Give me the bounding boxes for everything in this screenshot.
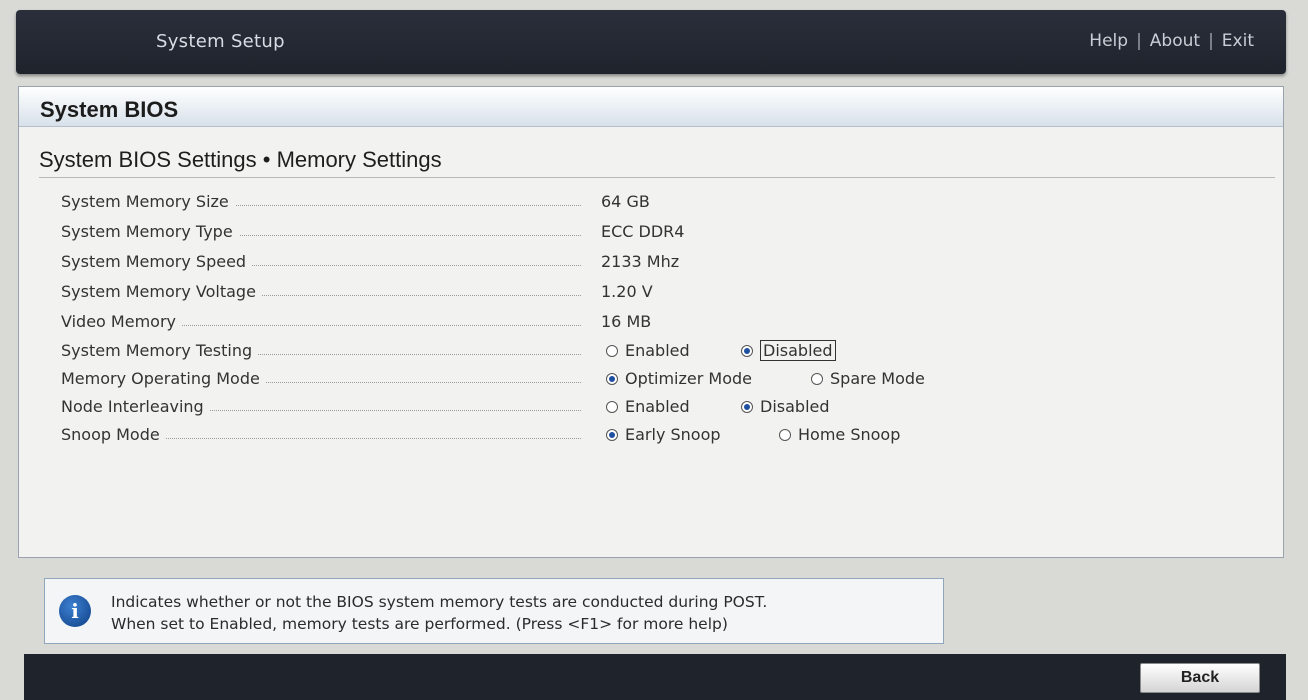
setting-label: System Memory Testing — [61, 341, 259, 360]
setting-row-operating-mode: Memory Operating Mode Optimizer Mode Spa… — [61, 369, 1261, 393]
help-box: i Indicates whether or not the BIOS syst… — [44, 578, 944, 644]
radio-label: Enabled — [625, 341, 690, 360]
setting-row-memory-voltage: System Memory Voltage 1.20 V — [61, 282, 1261, 306]
top-bar: System Setup Help | About | Exit — [16, 10, 1286, 74]
help-text: Indicates whether or not the BIOS system… — [111, 591, 767, 635]
radio-label: Spare Mode — [830, 369, 925, 388]
setting-label: System Memory Size — [61, 192, 235, 211]
setting-label: Video Memory — [61, 312, 182, 331]
radio-button-selected[interactable] — [741, 401, 753, 413]
about-link[interactable]: About — [1150, 31, 1200, 51]
breadcrumb: System BIOS Settings • Memory Settings — [39, 147, 442, 172]
radio-button-selected[interactable] — [741, 345, 753, 357]
help-line-1: Indicates whether or not the BIOS system… — [111, 593, 768, 611]
separator: | — [1208, 31, 1214, 51]
setting-label: Node Interleaving — [61, 397, 210, 416]
radio-label: Disabled — [760, 397, 830, 416]
help-line-2: When set to Enabled, memory tests are pe… — [111, 615, 728, 633]
radio-button[interactable] — [606, 345, 618, 357]
settings-panel: System BIOS System BIOS Settings • Memor… — [18, 86, 1284, 558]
setting-row-node-interleaving: Node Interleaving Enabled Disabled — [61, 397, 1261, 421]
radio-node-interleaving-disabled[interactable]: Disabled — [741, 397, 830, 416]
divider — [39, 177, 1275, 178]
radio-label: Early Snoop — [625, 425, 721, 444]
panel-title: System BIOS — [19, 87, 1283, 127]
setting-label: Snoop Mode — [61, 425, 166, 444]
radio-button[interactable] — [606, 401, 618, 413]
setting-label: System Memory Type — [61, 222, 239, 241]
radio-optimizer-mode[interactable]: Optimizer Mode — [606, 369, 752, 388]
setting-value: ECC DDR4 — [601, 222, 685, 241]
exit-link[interactable]: Exit — [1222, 31, 1254, 51]
back-button[interactable]: Back — [1140, 663, 1260, 693]
info-icon: i — [59, 595, 91, 627]
setting-label: System Memory Speed — [61, 252, 253, 271]
setting-value: 1.20 V — [601, 282, 653, 301]
setting-row-memory-size: System Memory Size 64 GB — [61, 192, 1261, 216]
radio-label: Enabled — [625, 397, 690, 416]
radio-spare-mode[interactable]: Spare Mode — [811, 369, 925, 388]
radio-button-selected[interactable] — [606, 429, 618, 441]
bottom-bar — [24, 654, 1286, 700]
radio-early-snoop[interactable]: Early Snoop — [606, 425, 721, 444]
radio-home-snoop[interactable]: Home Snoop — [779, 425, 900, 444]
radio-node-interleaving-enabled[interactable]: Enabled — [606, 397, 690, 416]
radio-button-selected[interactable] — [606, 373, 618, 385]
radio-label: Optimizer Mode — [625, 369, 752, 388]
radio-label: Disabled — [760, 340, 836, 361]
setting-row-video-memory: Video Memory 16 MB — [61, 312, 1261, 336]
radio-memory-testing-disabled[interactable]: Disabled — [741, 340, 836, 361]
app-title: System Setup — [156, 31, 285, 52]
separator: | — [1136, 31, 1142, 51]
setting-row-memory-speed: System Memory Speed 2133 Mhz — [61, 252, 1261, 276]
setting-label: System Memory Voltage — [61, 282, 262, 301]
setting-row-memory-testing: System Memory Testing Enabled Disabled — [61, 340, 1261, 365]
radio-button[interactable] — [811, 373, 823, 385]
setting-label: Memory Operating Mode — [61, 369, 266, 388]
help-link[interactable]: Help — [1089, 31, 1128, 51]
radio-button[interactable] — [779, 429, 791, 441]
setting-row-memory-type: System Memory Type ECC DDR4 — [61, 222, 1261, 246]
top-links: Help | About | Exit — [1089, 31, 1254, 51]
setting-value: 2133 Mhz — [601, 252, 680, 271]
setting-value: 16 MB — [601, 312, 652, 331]
radio-label: Home Snoop — [798, 425, 901, 444]
setting-value: 64 GB — [601, 192, 650, 211]
setting-row-snoop-mode: Snoop Mode Early Snoop Home Snoop — [61, 425, 1261, 449]
radio-memory-testing-enabled[interactable]: Enabled — [606, 341, 690, 360]
